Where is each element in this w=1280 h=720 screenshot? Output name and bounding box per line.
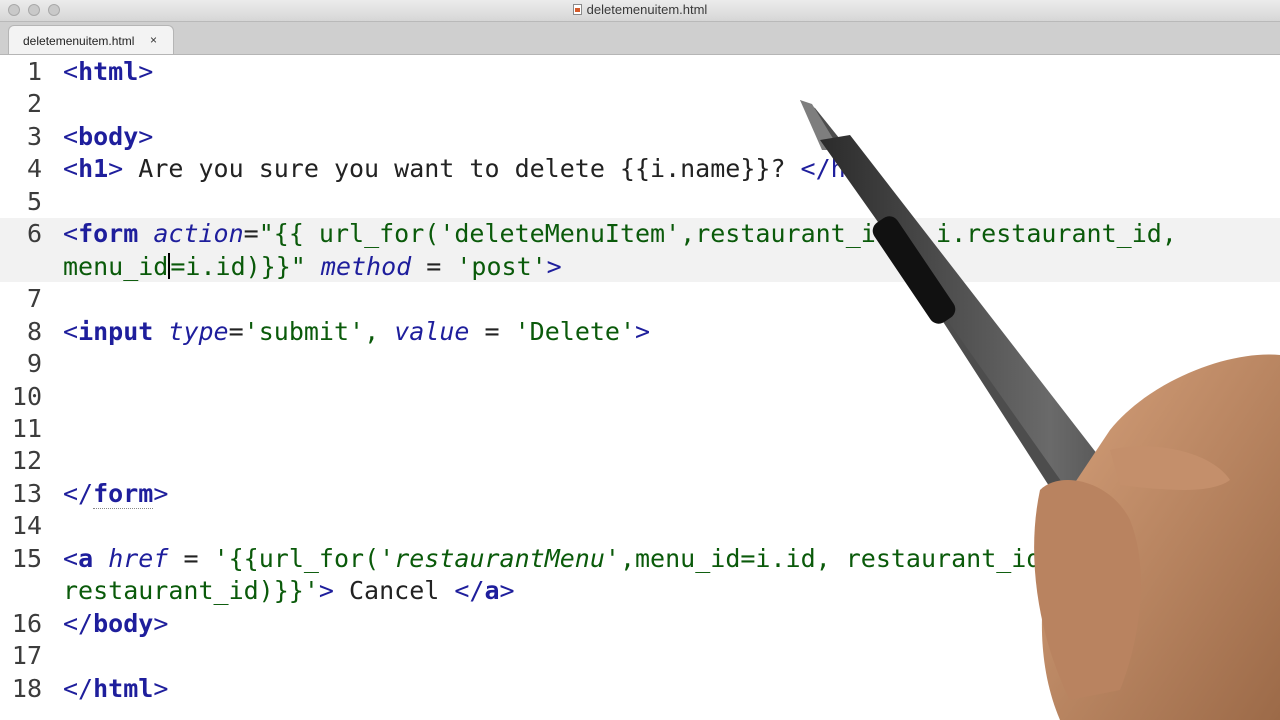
line-number: 12 <box>11 446 42 475</box>
line-number: 8 <box>26 317 42 346</box>
window-title-text: deletemenuitem.html <box>586 2 708 17</box>
token: </ <box>454 576 485 605</box>
line-number: 14 <box>11 511 42 540</box>
token: < <box>63 57 79 86</box>
tab-deletemenuitem[interactable]: deletemenuitem.html × <box>8 25 174 54</box>
token: "{{ url_for('deleteMenuItem',restaurant_… <box>258 219 1177 248</box>
token: > <box>635 317 651 346</box>
token: > <box>318 576 334 605</box>
line-number: 9 <box>26 349 42 378</box>
code-line-6b: menu_id=i.id)}}" method = 'post'> <box>63 251 562 283</box>
code-editor[interactable]: <html> <body> <h1> Are you sure you want… <box>63 54 1263 720</box>
token: > <box>153 674 169 703</box>
token: Are you sure you want to delete {{i.name… <box>123 154 801 183</box>
line-number: 13 <box>11 479 42 508</box>
token: restaurant_id)}}' <box>63 576 319 605</box>
token: </h1> <box>800 154 876 183</box>
token: Cancel <box>333 576 455 605</box>
token: input <box>78 317 154 346</box>
token: > <box>108 154 124 183</box>
line-number: 3 <box>26 122 42 151</box>
token: 'post' <box>456 252 547 281</box>
token: </ <box>63 674 94 703</box>
token: > <box>138 122 154 151</box>
token: > <box>499 576 515 605</box>
token: body <box>78 122 139 151</box>
line-number: 11 <box>11 414 42 443</box>
code-line-18: </html> <box>63 673 168 705</box>
token: form <box>78 219 139 248</box>
token: =i.id)}}" <box>170 252 306 281</box>
line-number: 15 <box>11 544 42 573</box>
line-number: 17 <box>11 641 42 670</box>
token: < <box>63 317 79 346</box>
line-number: 7 <box>26 284 42 313</box>
token: value <box>394 317 470 346</box>
token: a <box>484 576 500 605</box>
token: = <box>469 317 515 346</box>
line-number: 6 <box>26 219 42 248</box>
code-line-15b: restaurant_id)}}'> Cancel </a> <box>63 575 515 607</box>
line-number: 4 <box>26 154 42 183</box>
token: '{{url_for(' <box>213 544 395 573</box>
token: = <box>228 317 244 346</box>
code-line-15a: <a href = '{{url_for('restaurantMenu',me… <box>63 543 1117 575</box>
token: html <box>93 674 154 703</box>
line-number: 16 <box>11 609 42 638</box>
token: < <box>63 219 79 248</box>
token: href <box>108 544 169 573</box>
line-number: 5 <box>26 187 42 216</box>
token: = <box>411 252 457 281</box>
token: h1 <box>78 154 109 183</box>
title-bar: deletemenuitem.html <box>0 0 1280 22</box>
line-number: 18 <box>11 674 42 703</box>
token: type <box>168 317 229 346</box>
code-line-1: <html> <box>63 56 153 88</box>
tab-label: deletemenuitem.html <box>23 34 135 48</box>
token: form <box>93 479 154 509</box>
token: = <box>243 219 259 248</box>
token: 'Delete' <box>514 317 636 346</box>
token: </ <box>63 479 94 508</box>
token: = <box>168 544 214 573</box>
token: < <box>63 122 79 151</box>
code-line-3: <body> <box>63 121 153 153</box>
code-line-6a: <form action="{{ url_for('deleteMenuItem… <box>63 218 1177 250</box>
token: method <box>320 252 412 281</box>
code-line-4: <h1> Are you sure you want to delete {{i… <box>63 153 876 185</box>
line-number: 10 <box>11 382 42 411</box>
line-number: 1 <box>26 57 42 86</box>
token: > <box>546 252 562 281</box>
code-line-13: </form> <box>63 478 168 510</box>
token: > <box>153 609 169 638</box>
window-title: deletemenuitem.html <box>0 2 1280 17</box>
token: > <box>153 479 169 508</box>
token: body <box>93 609 154 638</box>
tab-bar: deletemenuitem.html × <box>0 22 1280 55</box>
token: < <box>63 154 79 183</box>
token: a <box>78 544 94 573</box>
token: menu_id <box>63 252 169 281</box>
token: action <box>153 219 244 248</box>
code-line-8: <input type='submit', value = 'Delete'> <box>63 316 650 348</box>
token: > <box>138 57 154 86</box>
token: </ <box>63 609 94 638</box>
line-number: 2 <box>26 89 42 118</box>
token: ',menu_id=i.id, restaurant_id = i. <box>604 544 1117 573</box>
token: < <box>63 544 79 573</box>
line-number-gutter: 1 2 3 4 5 6 7 8 9 10 11 12 13 14 15 16 1… <box>0 54 46 720</box>
token: 'submit', <box>243 317 395 346</box>
code-line-16: </body> <box>63 608 168 640</box>
token: restaurantMenu <box>394 544 605 573</box>
html-file-icon <box>572 4 582 15</box>
token: html <box>78 57 139 86</box>
tab-close-icon[interactable]: × <box>150 33 157 47</box>
